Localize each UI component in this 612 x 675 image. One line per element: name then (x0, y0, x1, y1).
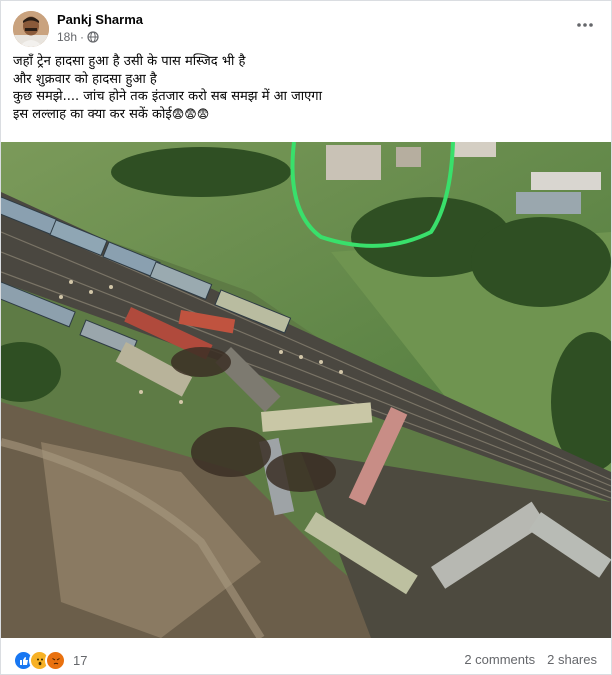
post-time[interactable]: 18h (57, 30, 77, 44)
more-options-icon[interactable] (571, 11, 599, 39)
avatar[interactable] (13, 11, 49, 47)
engagement-counts: 2 comments 2 shares (464, 652, 597, 667)
post-text-line: और शुक्रवार को हादसा हुआ है (13, 71, 157, 87)
post-text-line: कुछ समझे.... जांच होने तक इंतजार करो सब … (13, 89, 322, 104)
fearful-emoji: 😨😨😨 (171, 106, 210, 121)
post-card: Pankj Sharma 18h · जहाँ ट्रेन हादसा हुआ … (0, 0, 612, 675)
shares-link[interactable]: 2 shares (547, 652, 597, 667)
post-footer: 17 2 comments 2 shares (1, 642, 611, 674)
angry-icon (45, 650, 66, 671)
reactions-summary[interactable]: 17 (13, 650, 87, 671)
post-text-line: जहाँ ट्रेन हादसा हुआ है उसी के पास मस्जि… (13, 54, 246, 69)
post-text: जहाँ ट्रेन हादसा हुआ है उसी के पास मस्जि… (13, 53, 593, 123)
author-name[interactable]: Pankj Sharma (57, 12, 143, 27)
globe-icon (87, 31, 99, 43)
post-photo[interactable] (1, 142, 611, 638)
post-text-line: इस लल्लाह का क्या कर सकें कोई😨😨😨 (13, 106, 210, 122)
post-meta: 18h · (57, 30, 99, 44)
comments-link[interactable]: 2 comments (464, 652, 535, 667)
post-header: Pankj Sharma 18h · (13, 11, 599, 51)
reaction-count: 17 (73, 653, 88, 668)
aerial-train-accident-photo (1, 142, 611, 638)
